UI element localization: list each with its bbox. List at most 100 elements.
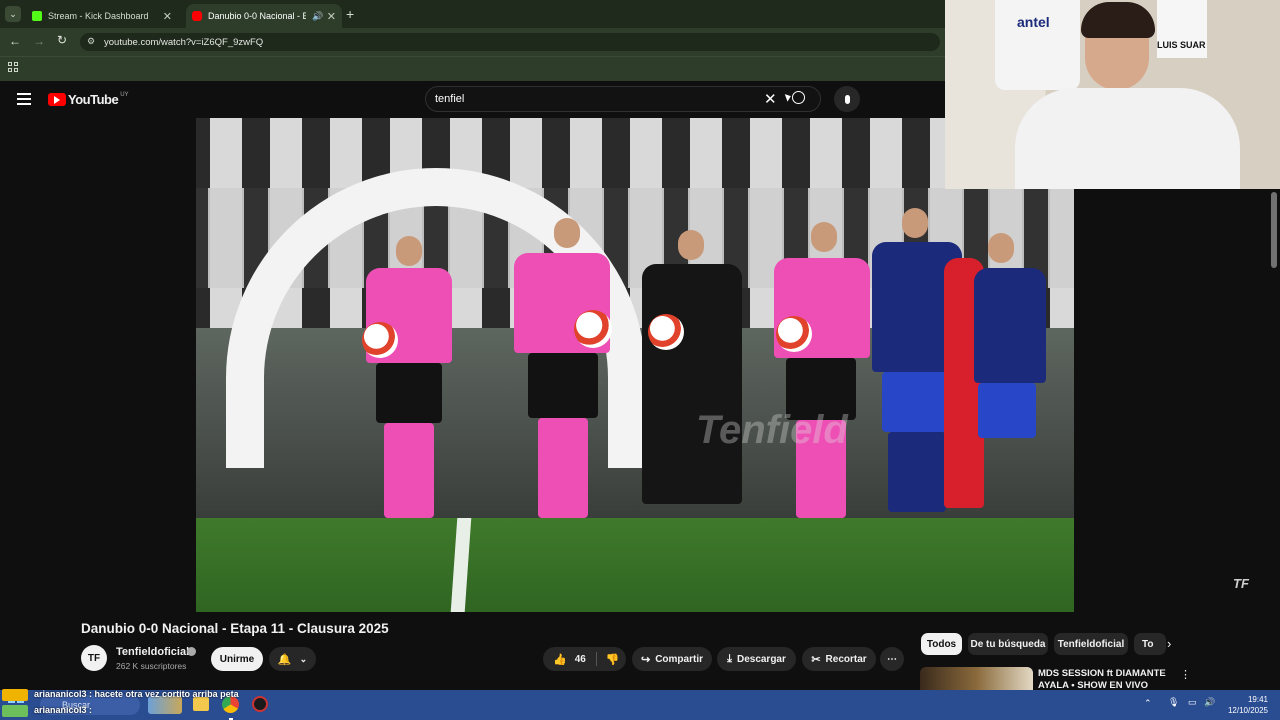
player-head bbox=[902, 208, 928, 238]
speaker-icon[interactable]: 🔊 bbox=[312, 11, 323, 22]
nacional-shorts bbox=[978, 383, 1036, 438]
youtube-play-icon bbox=[48, 93, 66, 106]
subscriber-count: 262 K suscriptores bbox=[116, 661, 187, 671]
poster: LUIS SUAR bbox=[1157, 0, 1207, 58]
search-query: tenfiel bbox=[435, 93, 465, 105]
webcam-overlay: antel LUIS SUAR bbox=[945, 0, 1280, 189]
back-icon[interactable]: ← bbox=[9, 34, 21, 48]
chat-message: ariananicol3 : bbox=[34, 705, 93, 715]
apps-grid-icon[interactable] bbox=[8, 62, 18, 72]
match-ball bbox=[648, 314, 684, 350]
mouse-cursor-icon bbox=[784, 92, 793, 102]
chat-badge-icon bbox=[2, 689, 28, 701]
channel-name[interactable]: Tenfieldoficial bbox=[116, 646, 189, 658]
player-head bbox=[811, 222, 837, 252]
page-scrollbar[interactable] bbox=[1271, 192, 1277, 268]
share-label: Compartir bbox=[655, 653, 703, 665]
video-title: Danubio 0-0 Nacional - Etapa 11 - Clausu… bbox=[81, 621, 389, 636]
streamer-hair bbox=[1081, 2, 1155, 38]
more-icon: ⋯ bbox=[887, 653, 897, 665]
channel-avatar[interactable]: TF bbox=[81, 645, 107, 671]
search-input[interactable]: tenfiel ✕ bbox=[425, 86, 821, 112]
menu-icon[interactable] bbox=[17, 93, 31, 105]
tab-label: Stream - Kick Dashboard bbox=[48, 11, 149, 21]
reload-icon[interactable]: ↻ bbox=[57, 33, 67, 47]
share-button[interactable]: ↪ Compartir bbox=[632, 647, 712, 671]
more-actions-button[interactable]: ⋯ bbox=[880, 647, 904, 671]
youtube-logo[interactable]: YouTube UY bbox=[48, 92, 129, 107]
youtube-icon bbox=[192, 11, 202, 21]
region-code: UY bbox=[120, 91, 129, 98]
player-head bbox=[988, 233, 1014, 263]
chip-truncated[interactable]: To bbox=[1134, 633, 1166, 655]
download-icon: ⤓ bbox=[727, 652, 732, 665]
tray-chevron-icon[interactable]: ⌃ bbox=[1144, 698, 1152, 709]
close-tab-icon[interactable]: ✕ bbox=[327, 10, 336, 23]
recommended-more-icon[interactable]: ⋮ bbox=[1180, 668, 1191, 681]
referee-shorts bbox=[376, 363, 442, 423]
like-icon[interactable]: 👍 bbox=[553, 653, 567, 666]
chat-message: ariananicol3 : hacete otra vez cortito a… bbox=[34, 689, 239, 699]
download-button[interactable]: ⤓ Descargar bbox=[717, 647, 796, 671]
voice-search-button[interactable] bbox=[834, 86, 860, 112]
nacional-player bbox=[974, 268, 1046, 383]
tab-list-chevron-icon[interactable]: ⌄ bbox=[5, 6, 21, 22]
clear-search-icon[interactable]: ✕ bbox=[764, 90, 777, 108]
official-black bbox=[642, 264, 742, 504]
chips-next-icon[interactable]: › bbox=[1167, 636, 1171, 651]
subscribed-notifications-button[interactable]: 🔔 ⌄ bbox=[269, 647, 316, 671]
new-tab-icon[interactable]: + bbox=[346, 6, 354, 22]
recommended-thumbnail[interactable] bbox=[920, 667, 1033, 690]
address-bar[interactable]: ⚙ youtube.com/watch?v=iZ6QF_9zwFQ bbox=[80, 33, 940, 51]
tray-network-icon[interactable]: ▭ bbox=[1188, 697, 1197, 708]
share-icon: ↪ bbox=[640, 653, 651, 666]
referee-socks bbox=[384, 423, 434, 518]
chat-username: ariananicol3 bbox=[34, 705, 87, 715]
referee-socks bbox=[538, 418, 588, 518]
close-tab-icon[interactable]: ✕ bbox=[163, 10, 172, 23]
clock-date: 12/10/2025 bbox=[1227, 706, 1268, 715]
tab-label: Danubio 0-0 Nacional - Eta bbox=[208, 11, 306, 21]
bell-icon: 🔔 bbox=[277, 653, 292, 666]
forward-icon[interactable]: → bbox=[33, 34, 45, 48]
join-button[interactable]: Unirme bbox=[211, 647, 263, 671]
search-icon[interactable] bbox=[792, 91, 805, 104]
referee-shorts bbox=[528, 353, 598, 418]
player-head bbox=[554, 218, 580, 248]
nacional-shorts bbox=[882, 372, 952, 432]
chip-tenfieldoficial[interactable]: Tenfieldoficial bbox=[1054, 633, 1128, 655]
stream-chat-overlay: ariananicol3 : hacete otra vez cortito a… bbox=[0, 689, 240, 719]
player-head bbox=[678, 230, 704, 260]
clip-button[interactable]: ✂ Recortar bbox=[802, 647, 876, 671]
chip-de-tu-busqueda[interactable]: De tu búsqueda bbox=[968, 633, 1048, 655]
like-dislike-group: 👍 46 👎 bbox=[543, 647, 626, 671]
bookmarks-bar bbox=[0, 56, 945, 81]
tab-youtube-video[interactable]: Danubio 0-0 Nacional - Eta 🔊 ✕ bbox=[186, 4, 342, 28]
match-ball bbox=[776, 316, 812, 352]
recommended-title[interactable]: MDS SESSION ft DIAMANTE AYALA • SHOW EN … bbox=[1038, 668, 1166, 692]
divider bbox=[595, 652, 597, 666]
match-ball bbox=[574, 310, 612, 348]
chip-todos[interactable]: Todos bbox=[921, 633, 962, 655]
tray-volume-icon[interactable]: 🔊 bbox=[1204, 697, 1215, 708]
url-text: youtube.com/watch?v=iZ6QF_9zwFQ bbox=[104, 36, 264, 48]
chevron-down-icon: ⌄ bbox=[299, 653, 308, 664]
taskbar-clock[interactable]: 19:41 12/10/2025 bbox=[1222, 694, 1268, 716]
video-player[interactable]: Tenfield bbox=[196, 118, 1074, 612]
chat-badge-icon bbox=[2, 705, 28, 717]
match-ball bbox=[362, 322, 398, 358]
pitch bbox=[196, 518, 1074, 612]
like-count[interactable]: 46 bbox=[575, 654, 586, 665]
clock-time: 19:41 bbox=[1247, 695, 1268, 704]
obs-icon[interactable] bbox=[252, 696, 268, 712]
site-info-icon[interactable]: ⚙ bbox=[87, 36, 95, 47]
tenfield-corner-logo: TF bbox=[1233, 576, 1249, 591]
tab-kick-dashboard[interactable]: Stream - Kick Dashboard ✕ bbox=[26, 4, 178, 28]
scissors-icon: ✂ bbox=[811, 653, 821, 666]
dislike-icon[interactable]: 👎 bbox=[606, 653, 620, 666]
nacional-socks bbox=[888, 432, 946, 512]
clip-label: Recortar bbox=[825, 653, 867, 665]
youtube-wordmark: YouTube bbox=[68, 92, 119, 107]
microphone-icon bbox=[844, 94, 850, 104]
tray-microphone-icon[interactable]: 🎙 bbox=[1168, 697, 1179, 708]
